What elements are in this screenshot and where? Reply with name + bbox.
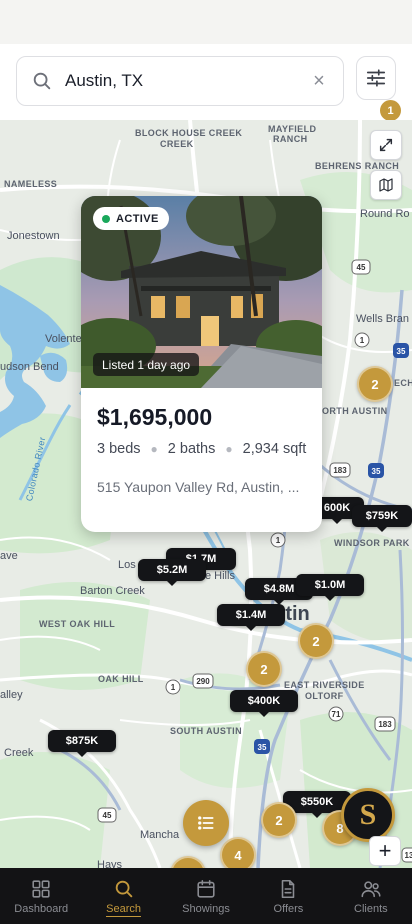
svg-text:35: 35 <box>372 467 381 476</box>
place-barton-creek: Barton Creek <box>80 585 145 597</box>
place-hudson-bend: udson Bend <box>0 361 59 373</box>
tab-offers[interactable]: Offers <box>247 868 329 924</box>
status-badge: ACTIVE <box>93 207 169 230</box>
svg-text:71: 71 <box>332 710 341 719</box>
expand-icon <box>379 138 393 152</box>
cluster-marker[interactable]: 2 <box>357 366 393 402</box>
cluster-marker[interactable]: 4 <box>220 837 256 868</box>
search-icon <box>33 72 51 90</box>
dashboard-icon <box>32 880 50 898</box>
price-pin[interactable]: $400K <box>230 690 298 717</box>
place-east-riverside: EAST RIVERSIDE <box>284 680 365 690</box>
cluster-marker[interactable]: 2 <box>246 651 282 687</box>
separator-dot-icon: ● <box>150 442 158 456</box>
place-tech: ECH <box>394 378 412 388</box>
list-icon <box>198 816 214 830</box>
zoom-in-button[interactable]: + <box>369 836 401 866</box>
place-hays: Hays <box>97 859 123 869</box>
place-volente: Volente <box>45 333 82 345</box>
listed-badge: Listed 1 day ago <box>93 353 200 376</box>
list-view-button[interactable] <box>183 800 229 846</box>
place-nameless: NAMELESS <box>4 179 58 189</box>
sliders-icon <box>366 69 386 87</box>
tab-dashboard[interactable]: Dashboard <box>0 868 82 924</box>
avatar[interactable]: S <box>341 788 395 842</box>
listing-address: 515 Yaupon Valley Rd, Austin, ... <box>97 479 300 495</box>
svg-text:45: 45 <box>357 263 366 272</box>
map-layers-icon <box>379 178 393 192</box>
place-creek-label: CREEK <box>160 139 194 149</box>
map-type-button[interactable] <box>370 170 402 200</box>
tab-clients[interactable]: Clients <box>330 868 412 924</box>
listing-card[interactable]: ACTIVE Listed 1 day ago $1,695,000 3 bed… <box>81 196 322 532</box>
cluster-marker[interactable]: 2 <box>298 623 334 659</box>
place-south-austin: SOUTH AUSTIN <box>170 726 242 736</box>
price-pin[interactable]: $1.0M <box>296 574 364 601</box>
svg-text:35: 35 <box>258 743 267 752</box>
svg-text:1: 1 <box>360 336 365 345</box>
place-manchaca: Mancha <box>140 829 180 841</box>
listing-specs: 3 beds ● 2 baths ● 2,934 sqft <box>97 441 306 457</box>
place-west-oak-hill: WEST OAK HILL <box>39 619 116 629</box>
place-lost-creek: Los <box>118 559 136 571</box>
place-oak-hill: OAK HILL <box>98 674 144 684</box>
tab-label: Dashboard <box>14 903 69 915</box>
clear-search-icon[interactable]: × <box>309 71 329 91</box>
svg-text:45: 45 <box>103 811 112 820</box>
filter-count-badge: 1 <box>380 100 401 121</box>
search-query: Austin, TX <box>65 71 144 90</box>
price-pin[interactable]: $1.4M <box>217 604 285 631</box>
search-icon <box>115 880 132 898</box>
place-windsor-park: WINDSOR PARK <box>334 538 410 548</box>
svg-text:183: 183 <box>378 720 392 729</box>
document-icon <box>282 879 295 899</box>
place-block-house-creek: BLOCK HOUSE CREEK <box>135 128 243 138</box>
place-creek: Creek <box>4 747 34 759</box>
price-pin[interactable]: $759K <box>352 505 412 532</box>
status-bar <box>0 0 412 44</box>
separator-dot-icon: ● <box>225 442 233 456</box>
place-wells-branch: Wells Bran <box>356 313 409 325</box>
price-pin[interactable]: $5.2M <box>138 559 206 586</box>
tab-label: Showings <box>182 903 230 915</box>
tab-label: Offers <box>273 903 304 915</box>
users-icon <box>361 881 381 898</box>
tab-showings[interactable]: Showings <box>165 868 247 924</box>
avatar-initial: S <box>359 798 377 831</box>
status-label: ACTIVE <box>116 212 159 225</box>
svg-text:1: 1 <box>276 536 281 545</box>
search-input[interactable]: Austin, TX × <box>16 56 344 106</box>
place-valley: alley <box>0 689 23 701</box>
fullscreen-button[interactable] <box>370 130 402 160</box>
svg-text:1: 1 <box>171 683 176 692</box>
svg-text:290: 290 <box>196 677 210 686</box>
tab-search[interactable]: Search <box>82 868 164 924</box>
bottom-tab-bar: Dashboard Search Showings Offers Clients <box>0 868 412 924</box>
svg-text:183: 183 <box>333 466 347 475</box>
baths-count: 2 baths <box>167 441 216 457</box>
place-oltorf: OLTORF <box>305 691 344 701</box>
filter-button[interactable] <box>356 56 396 100</box>
tab-label: Search <box>106 903 142 917</box>
place-ave: ave <box>0 550 18 562</box>
svg-text:35: 35 <box>397 347 406 356</box>
map-view[interactable]: 45 1 35 183 35 1 290 71 183 1 35 45 13 B… <box>0 120 412 868</box>
calendar-icon <box>197 879 215 898</box>
active-dot-icon <box>102 214 110 223</box>
listing-price: $1,695,000 <box>97 404 213 430</box>
place-west-lake-hills: e Hills <box>205 570 235 582</box>
place-round-rock: Round Ro <box>360 208 410 220</box>
sqft-value: 2,934 sqft <box>242 441 307 457</box>
place-north-austin: ORTH AUSTIN <box>322 406 388 416</box>
tab-label: Clients <box>354 903 388 915</box>
search-header: Austin, TX × 1 <box>0 44 412 121</box>
price-pin[interactable]: $875K <box>48 730 116 757</box>
beds-count: 3 beds <box>97 441 141 457</box>
place-jonestown: Jonestown <box>7 230 60 242</box>
place-mayfield-ranch-2: RANCH <box>273 134 308 144</box>
cluster-marker[interactable]: 2 <box>261 802 297 838</box>
svg-text:13: 13 <box>405 851 412 860</box>
